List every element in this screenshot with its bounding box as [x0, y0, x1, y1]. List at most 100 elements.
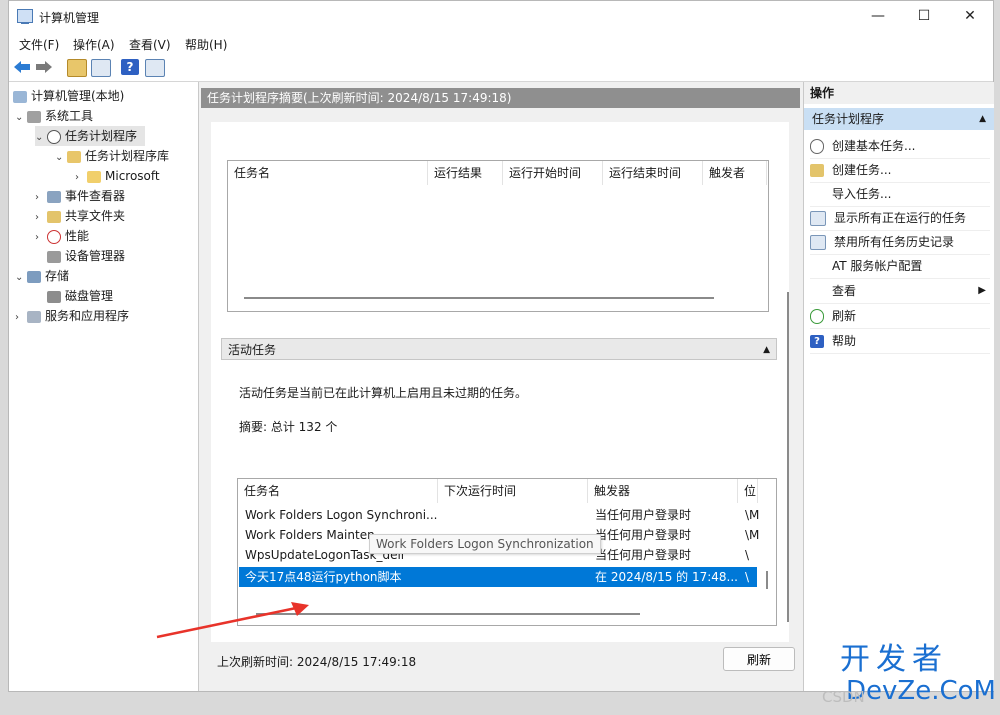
menu-help[interactable]: 帮助(H) [185, 36, 227, 53]
action-create-basic-task[interactable]: 创建基本任务... [810, 134, 990, 159]
table-row[interactable]: Work Folders Logon Synchroni... 当任何用户登录时… [239, 505, 759, 525]
chevron-down-icon[interactable]: ⌄ [55, 148, 67, 168]
action-view[interactable]: 查看 ▶ [810, 279, 990, 304]
help-icon: ? [810, 335, 824, 348]
chevron-down-icon[interactable]: ⌄ [35, 128, 47, 148]
column-header[interactable]: 位 [738, 479, 758, 503]
column-header[interactable]: 触发者 [703, 161, 767, 185]
watermark-site: DevZe.CoM [846, 676, 996, 706]
annotation-arrow-icon [156, 602, 309, 639]
tree-node-event-viewer[interactable]: › 事件查看器 [35, 186, 125, 206]
action-help[interactable]: ? 帮助 [810, 329, 990, 354]
action-refresh[interactable]: 刷新 [810, 304, 990, 329]
tree-node-shared-folders[interactable]: › 共享文件夹 [35, 206, 125, 226]
center-pane: 任务计划程序摘要(上次刷新时间: 2024/8/15 17:49:18) 任务名… [156, 82, 800, 691]
running-tasks-icon [810, 211, 826, 226]
menu-file[interactable]: 文件(F) [19, 36, 59, 53]
event-viewer-icon [47, 190, 61, 203]
column-header[interactable]: 运行结束时间 [603, 161, 703, 185]
import-icon [810, 188, 824, 201]
tree-node-storage[interactable]: ⌄ 存储 [15, 266, 69, 286]
folder-clock-icon [67, 150, 81, 163]
collapse-icon[interactable]: ▲ [979, 108, 986, 130]
performance-icon [47, 229, 61, 244]
horizontal-scrollbar[interactable] [244, 297, 714, 299]
column-header[interactable]: 任务名 [228, 161, 428, 185]
action-create-task[interactable]: 创建任务... [810, 158, 990, 183]
close-button[interactable]: ✕ [947, 1, 993, 32]
submenu-arrow-icon: ▶ [978, 285, 986, 296]
create-task-icon [810, 164, 824, 177]
chevron-right-icon[interactable]: › [15, 308, 27, 328]
tree-node-task-scheduler-library[interactable]: ⌄ 任务计划程序库 [55, 146, 169, 166]
chevron-right-icon[interactable]: › [75, 168, 87, 188]
device-manager-icon [47, 250, 61, 263]
actions-pane: 操作 任务计划程序 ▲ 创建基本任务... 创建任务... 导入任务... 显示… [803, 82, 994, 691]
tree-node-performance[interactable]: › 性能 [35, 226, 89, 246]
column-header[interactable]: 下次运行时间 [438, 479, 588, 503]
column-header[interactable]: 触发器 [588, 479, 738, 503]
show-action-pane-icon[interactable] [145, 59, 165, 77]
center-vertical-scrollbar[interactable] [787, 292, 789, 622]
back-arrow-icon[interactable] [13, 60, 31, 74]
table-row-selected[interactable]: 今天17点48运行python脚本 在 2024/8/15 的 17:48...… [239, 567, 757, 587]
column-header[interactable]: 任务名 [238, 479, 438, 503]
blank-icon [810, 285, 824, 298]
actions-subtitle[interactable]: 任务计划程序 ▲ [804, 108, 994, 130]
tools-icon [27, 110, 41, 123]
action-disable-history[interactable]: 禁用所有任务历史记录 [810, 230, 990, 255]
summary-body: 任务名 运行结果 运行开始时间 运行结束时间 触发者 活动任务 ▲ 活动任务是当… [211, 122, 789, 642]
forward-arrow-icon[interactable] [35, 60, 53, 74]
folder-icon [87, 170, 101, 183]
shared-folder-icon [47, 210, 61, 223]
refresh-button[interactable]: 刷新 [723, 647, 795, 671]
computer-management-window: 计算机管理 — ☐ ✕ 文件(F) 操作(A) 查看(V) 帮助(H) ? 计算… [8, 0, 994, 692]
action-at-service-account[interactable]: AT 服务帐户配置 [810, 254, 990, 279]
show-hide-tree-icon[interactable] [91, 59, 111, 77]
tree-node-device-manager[interactable]: 设备管理器 [47, 246, 125, 266]
computer-management-icon [17, 9, 33, 24]
folder-up-icon[interactable] [67, 59, 87, 77]
tree-node-task-scheduler[interactable]: ⌄ 任务计划程序 [35, 126, 146, 148]
history-icon [810, 235, 826, 250]
menu-view[interactable]: 查看(V) [129, 36, 171, 53]
watermark-logo: 开发者 [840, 642, 948, 677]
task-name-tooltip: Work Folders Logon Synchronization [369, 534, 601, 554]
blank-icon [810, 260, 824, 273]
toolbar: ? [9, 54, 993, 82]
tree-node-services-apps[interactable]: › 服务和应用程序 [15, 306, 129, 326]
tree-node-microsoft[interactable]: › Microsoft [75, 166, 160, 186]
chevron-right-icon[interactable]: › [35, 188, 47, 208]
title-bar: 计算机管理 — ☐ ✕ [9, 1, 993, 32]
clock-icon [47, 129, 61, 144]
collapse-icon[interactable]: ▲ [763, 339, 770, 361]
active-tasks-section-header[interactable]: 活动任务 ▲ [221, 338, 777, 360]
column-header[interactable]: 运行结果 [428, 161, 503, 185]
actions-title: 操作 [804, 82, 994, 104]
active-tasks-description: 活动任务是当前已在此计算机上启用且未过期的任务。 [239, 386, 528, 400]
action-show-running-tasks[interactable]: 显示所有正在运行的任务 [810, 206, 990, 231]
computer-icon [13, 90, 27, 103]
tree-node-computer-management[interactable]: 计算机管理(本地) [13, 86, 124, 106]
chevron-right-icon[interactable]: › [35, 228, 47, 248]
chevron-right-icon[interactable]: › [35, 208, 47, 228]
column-header[interactable]: 运行开始时间 [503, 161, 603, 185]
clock-icon [810, 139, 824, 154]
help-icon[interactable]: ? [121, 59, 139, 75]
summary-header: 任务计划程序摘要(上次刷新时间: 2024/8/15 17:49:18) [201, 88, 800, 108]
maximize-button[interactable]: ☐ [901, 1, 947, 32]
refresh-icon [810, 309, 824, 324]
tree-node-disk-management[interactable]: 磁盘管理 [47, 286, 113, 306]
minimize-button[interactable]: — [855, 1, 901, 32]
vertical-scrollbar[interactable] [766, 571, 768, 589]
menu-action[interactable]: 操作(A) [73, 36, 115, 53]
active-tasks-summary: 摘要: 总计 132 个 [239, 420, 338, 434]
window-title: 计算机管理 [39, 11, 100, 25]
storage-icon [27, 270, 41, 283]
chevron-down-icon[interactable]: ⌄ [15, 268, 27, 288]
tree-node-system-tools[interactable]: ⌄ 系统工具 [15, 106, 93, 126]
action-import-task[interactable]: 导入任务... [810, 182, 990, 207]
csdn-watermark: CSDN [822, 688, 865, 706]
menu-bar: 文件(F) 操作(A) 查看(V) 帮助(H) [9, 32, 993, 54]
chevron-down-icon[interactable]: ⌄ [15, 108, 27, 128]
